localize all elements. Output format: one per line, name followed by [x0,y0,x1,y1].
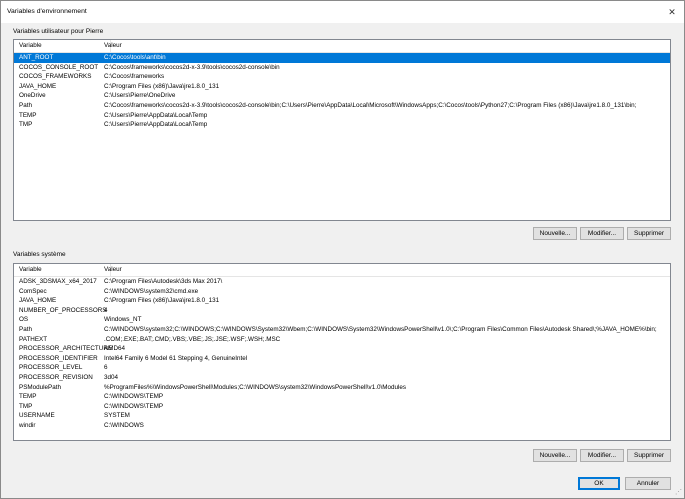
column-header-variable[interactable]: Variable [19,42,42,49]
system-variables-rows: ADSK_3DSMAX_x64_2017 C:\Program Files\Aut… [14,277,670,431]
variable-value: 4 [104,306,108,314]
variable-name: PROCESSOR_LEVEL [19,364,83,372]
close-icon[interactable]: ✕ [664,4,680,20]
variable-name: JAVA_HOME [19,82,57,90]
ok-button[interactable]: OK [578,477,620,490]
user-variables-header: Variable Valeur [14,40,670,53]
variable-value: C:\Users\Pierre\AppData\Local\Temp [104,111,208,119]
variable-name: PROCESSOR_REVISION [19,373,93,381]
variable-value: C:\WINDOWS\TEMP [104,402,164,410]
table-row[interactable]: ComSpec C:\WINDOWS\system32\cmd.exe [14,287,670,297]
table-row[interactable]: Path C:\Cocos\frameworks\cocos2d-x-3.9\to… [14,101,670,111]
variable-name: PATHEXT [19,335,48,343]
table-row[interactable]: TEMP C:\Users\Pierre\AppData\Local\Temp [14,111,670,121]
variable-name: windir [19,421,36,429]
variable-name: PROCESSOR_ARCHITECTURE [19,345,113,353]
variable-value: C:\Cocos\frameworks\cocos2d-x-3.9\tools\… [104,101,637,109]
variable-name: ADSK_3DSMAX_x64_2017 [19,278,97,285]
table-row[interactable]: COCOS_FRAMEWORKS C:\Cocos\frameworks [14,72,670,82]
variable-value: C:\Program Files (x86)\Java\jre1.8.0_131 [104,82,220,90]
variable-value: 6 [104,364,108,372]
column-header-value[interactable]: Valeur [104,266,122,273]
variable-name: ComSpec [19,287,47,295]
table-row[interactable]: OneDrive C:\Users\Pierre\OneDrive [14,91,670,101]
table-row[interactable]: TEMP C:\WINDOWS\TEMP [14,392,670,402]
user-variables-list[interactable]: Variable Valeur ANT_ROOT C:\Cocos\tools\a… [13,39,671,221]
user-edit-button[interactable]: Modifier... [580,227,624,240]
variable-value: C:\WINDOWS [104,421,144,429]
variable-name: JAVA_HOME [19,297,57,305]
variable-value: 3d04 [104,373,119,381]
variable-value: %ProgramFiles%\WindowsPowerShell\Modules… [104,383,406,391]
table-row[interactable]: JAVA_HOME C:\Program Files (x86)\Java\jre… [14,296,670,306]
user-delete-button[interactable]: Supprimer [627,227,671,240]
variable-name: NUMBER_OF_PROCESSORS [19,306,107,314]
variable-name: USERNAME [19,412,55,420]
variable-value: C:\Cocos\frameworks [104,73,165,81]
system-variables-list[interactable]: Variable Valeur ADSK_3DSMAX_x64_2017 C:\P… [13,263,671,441]
variable-name: OneDrive [19,92,46,100]
variable-name: PSModulePath [19,383,62,391]
table-row[interactable]: windir C:\WINDOWS [14,421,670,431]
variable-name: TEMP [19,111,37,119]
table-row[interactable]: PROCESSOR_REVISION 3d04 [14,373,670,383]
cancel-button[interactable]: Annuler [625,477,671,490]
variable-value: Windows_NT [104,316,142,324]
variable-name: OS [19,316,29,324]
variable-name: TEMP [19,393,37,401]
table-row[interactable]: TMP C:\WINDOWS\TEMP [14,402,670,412]
variable-name: TMP [19,402,33,410]
variable-value: C:\Program Files\Autodesk\3ds Max 2017\ [104,278,223,285]
table-row[interactable]: ANT_ROOT C:\Cocos\tools\ant\bin [14,53,670,63]
window-title: Variables d'environnement [7,8,87,15]
variable-name: COCOS_FRAMEWORKS [19,73,92,81]
variable-value: C:\Users\Pierre\AppData\Local\Temp [104,121,208,129]
variable-value: C:\WINDOWS\system32;C:\WINDOWS;C:\WINDOW… [104,325,657,333]
variable-value: SYSTEM [104,412,130,420]
variable-value: C:\Cocos\frameworks\cocos2d-x-3.9\tools\… [104,63,280,71]
user-variables-rows: ANT_ROOT C:\Cocos\tools\ant\bin COCOS_CONS… [14,53,670,130]
table-row[interactable]: NUMBER_OF_PROCESSORS 4 [14,306,670,316]
table-row[interactable]: PSModulePath %ProgramFiles%\WindowsPowerS… [14,383,670,393]
system-variables-header: Variable Valeur [14,264,670,277]
resize-grip-icon[interactable]: ⋰ [675,489,682,496]
table-row[interactable]: JAVA_HOME C:\Program Files (x86)\Java\jre… [14,82,670,92]
variable-value: C:\WINDOWS\TEMP [104,393,164,401]
table-row[interactable]: ADSK_3DSMAX_x64_2017 C:\Program Files\Aut… [14,277,670,287]
variable-value: C:\Users\Pierre\OneDrive [104,92,176,100]
table-row[interactable]: Path C:\WINDOWS\system32;C:\WINDOWS;C:\WI… [14,325,670,335]
environment-variables-dialog: Variables d'environnement ✕ Variables ut… [0,0,685,499]
variable-value: Intel64 Family 6 Model 61 Stepping 4, Ge… [104,354,248,362]
table-row[interactable]: USERNAME SYSTEM [14,411,670,421]
variable-name: PROCESSOR_IDENTIFIER [19,354,98,362]
user-new-button[interactable]: Nouvelle... [533,227,577,240]
system-new-button[interactable]: Nouvelle... [533,449,577,462]
table-row[interactable]: COCOS_CONSOLE_ROOT C:\Cocos\frameworks\co… [14,63,670,73]
table-row[interactable]: PROCESSOR_LEVEL 6 [14,363,670,373]
table-row[interactable]: PROCESSOR_IDENTIFIER Intel64 Family 6 Mod… [14,354,670,364]
variable-name: Path [19,101,32,109]
system-edit-button[interactable]: Modifier... [580,449,624,462]
table-row[interactable]: TMP C:\Users\Pierre\AppData\Local\Temp [14,120,670,130]
table-row[interactable]: PROCESSOR_ARCHITECTURE AMD64 [14,344,670,354]
variable-name: Path [19,325,32,333]
user-variables-label: Variables utilisateur pour Pierre [13,28,104,35]
table-row[interactable]: PATHEXT .COM;.EXE;.BAT;.CMD;.VBS;.VBE;.JS… [14,335,670,345]
variable-value: C:\Cocos\tools\ant\bin [104,54,166,61]
column-header-value[interactable]: Valeur [104,42,122,49]
system-delete-button[interactable]: Supprimer [627,449,671,462]
variable-name: TMP [19,121,33,129]
variable-value: AMD64 [104,345,125,353]
column-header-variable[interactable]: Variable [19,266,42,273]
system-variables-label: Variables système [13,251,66,258]
variable-value: C:\WINDOWS\system32\cmd.exe [104,287,199,295]
variable-name: COCOS_CONSOLE_ROOT [19,63,99,71]
table-row[interactable]: OS Windows_NT [14,315,670,325]
title-bar[interactable]: Variables d'environnement ✕ [1,1,684,23]
variable-value: .COM;.EXE;.BAT;.CMD;.VBS;.VBE;.JS;.JSE;.… [104,335,281,343]
variable-name: ANT_ROOT [19,54,54,61]
variable-value: C:\Program Files (x86)\Java\jre1.8.0_131 [104,297,220,305]
